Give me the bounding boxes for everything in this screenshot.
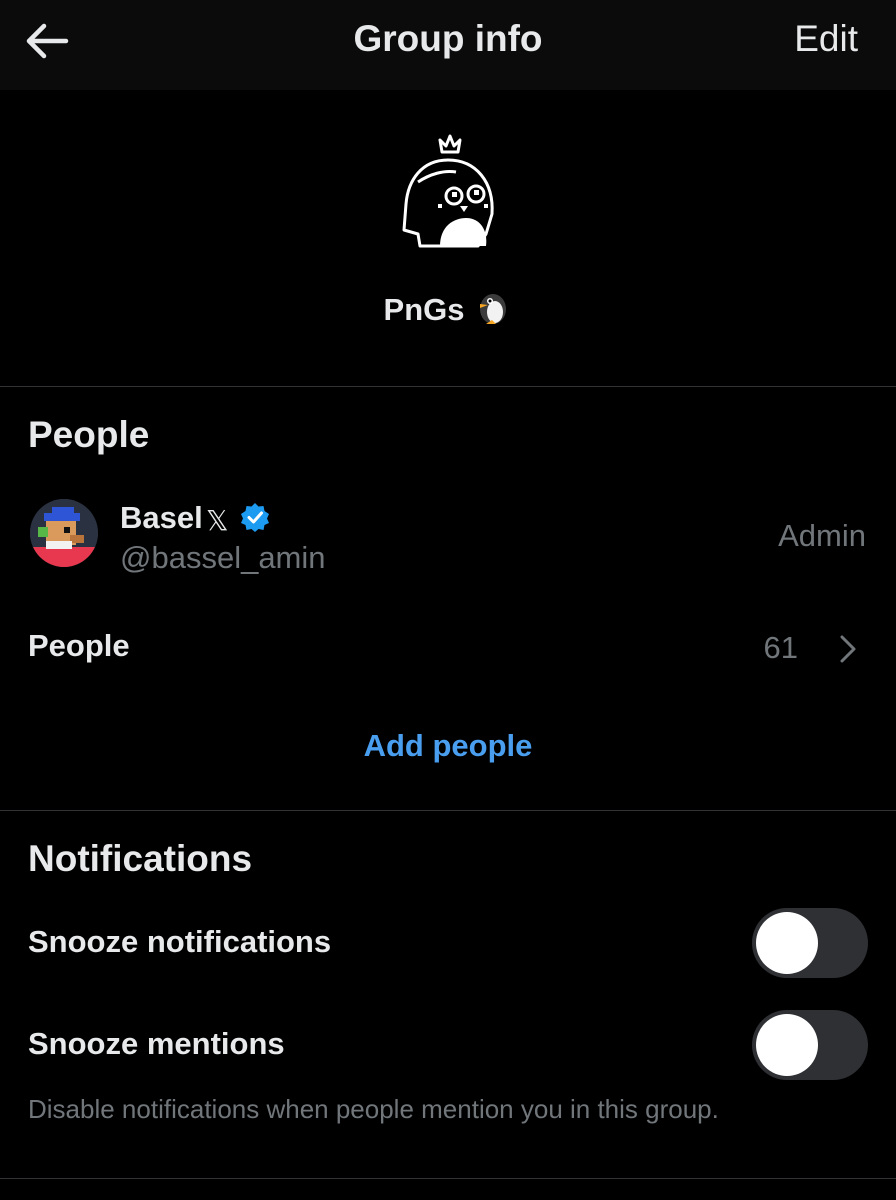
chevron-right-icon (840, 635, 856, 663)
member-role-badge: Admin (778, 518, 866, 553)
people-section-title: People (28, 414, 150, 455)
avatar (30, 499, 98, 567)
divider (0, 386, 896, 387)
group-avatar (396, 130, 500, 258)
notifications-section-title: Notifications (28, 838, 253, 879)
verified-check-icon (241, 503, 269, 532)
top-bar: Group info Edit (0, 0, 896, 90)
page-title: Group info (353, 18, 543, 59)
edit-button[interactable]: Edit (794, 18, 858, 60)
snooze-notifications-label: Snooze notifications (28, 924, 332, 959)
toggle-knob (756, 1014, 818, 1076)
add-people-button[interactable]: Add people (0, 728, 896, 764)
x-logo-icon: 𝕏 (206, 505, 229, 536)
member-handle: @bassel_amin (120, 540, 326, 575)
people-count: 61 (763, 630, 798, 665)
snooze-mentions-toggle[interactable] (752, 1010, 868, 1080)
snooze-mentions-label: Snooze mentions (28, 1026, 285, 1061)
people-row-label: People (28, 628, 130, 663)
snooze-mentions-hint: Disable notifications when people mentio… (28, 1094, 719, 1124)
penguin-pixel-avatar-icon (402, 134, 494, 248)
member-row[interactable]: Basel 𝕏 @bassel_amin Admin (0, 490, 896, 580)
group-name: PnGs (0, 288, 896, 334)
people-list-row[interactable]: People 61 (0, 618, 896, 678)
divider (0, 1178, 896, 1179)
snooze-notifications-toggle[interactable] (752, 908, 868, 978)
penguin-icon (474, 288, 512, 334)
toggle-knob (756, 912, 818, 974)
group-info-screen: Group info Edit PnGs People Basel 𝕏 @bas… (0, 0, 896, 1200)
group-name-text: PnGs (383, 292, 465, 327)
member-name: Basel (120, 500, 203, 535)
divider (0, 810, 896, 811)
